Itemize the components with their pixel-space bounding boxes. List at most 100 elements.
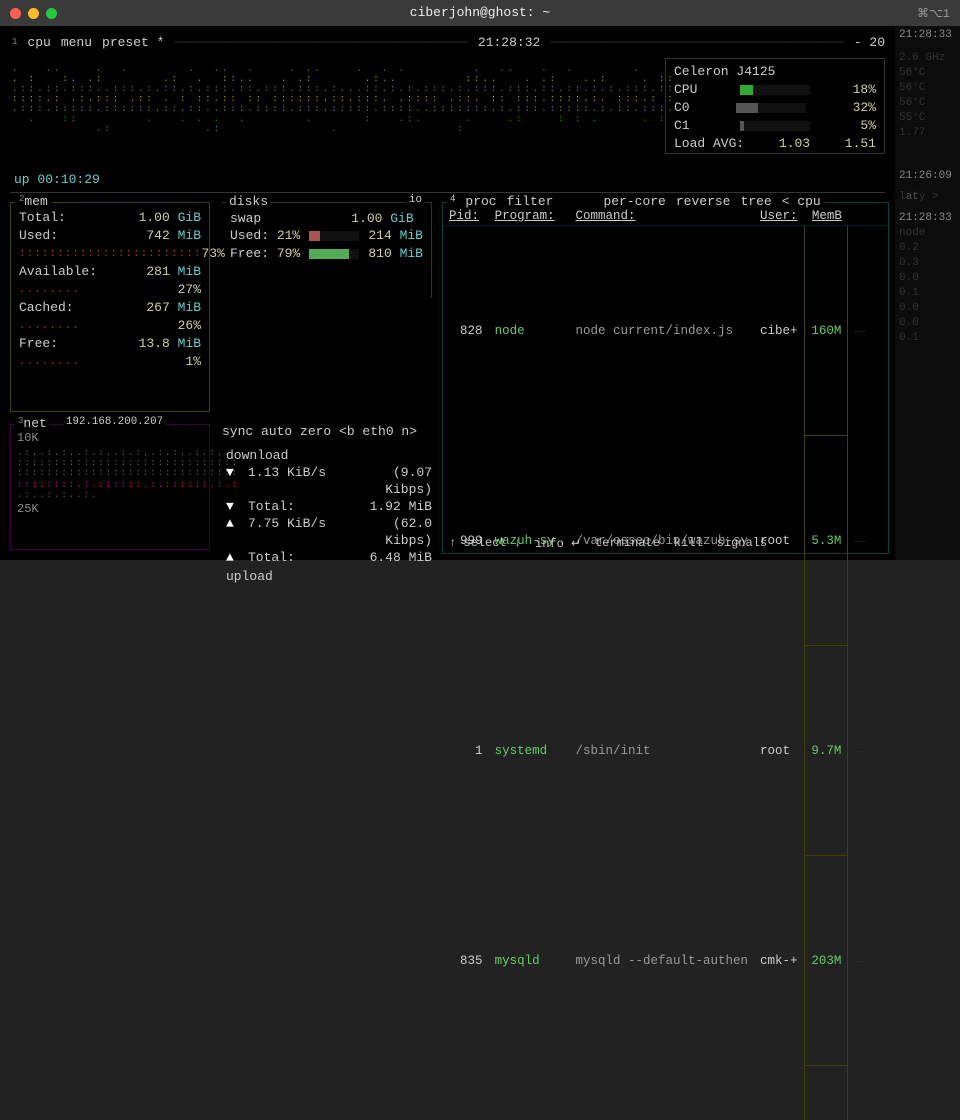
- table-row[interactable]: 1systemd/sbin/initroot9.7M……: [443, 646, 888, 856]
- swap-used-unit: MiB: [400, 228, 423, 243]
- rsb-m1: 0.2: [899, 241, 956, 256]
- minimize-icon[interactable]: [28, 8, 39, 19]
- proc-tab-cpu[interactable]: < cpu: [782, 194, 821, 209]
- net-spark-down: .:..:.:..:.:..:.:..:.:..:.:..:::::::::::…: [17, 448, 203, 478]
- net-row-1: ▼Total:1.92 MiB: [226, 498, 432, 515]
- swap-total: 1.00: [351, 211, 382, 226]
- mem-pct-4: ........1%: [19, 353, 201, 371]
- net-row-0: ▼1.13 KiB/s(9.07 Kibps): [226, 464, 432, 498]
- proc-tab-percore[interactable]: per-core: [603, 194, 665, 209]
- rsb-m4: 0.1: [899, 286, 956, 301]
- proc-table[interactable]: Pid: Program: Command: User: MemB 828nod…: [443, 207, 888, 1120]
- tab-menu[interactable]: menu: [61, 35, 92, 50]
- swap-free-bar: [309, 249, 359, 259]
- proc-panel: 4 proc filter per-core reverse tree < cp…: [442, 202, 889, 554]
- rsb-ghz: 2.6 GHz: [899, 51, 956, 66]
- rsb-temp0: 56°C: [899, 66, 956, 81]
- close-icon[interactable]: [10, 8, 21, 19]
- window-controls[interactable]: [10, 8, 57, 19]
- col-pid[interactable]: Pid:: [443, 207, 489, 226]
- swap-label: swap: [230, 211, 261, 226]
- rsb-time-3: 21:28:33: [899, 211, 956, 226]
- maximize-icon[interactable]: [46, 8, 57, 19]
- swap-used-pct: 21%: [277, 228, 300, 243]
- net-title: net: [23, 416, 46, 431]
- hint-signals[interactable]: signals: [717, 536, 767, 551]
- mem-pct-3: ........26%: [19, 317, 201, 335]
- rsb-temp1: 56°C: [899, 81, 956, 96]
- table-row[interactable]: 835mysqldmysqld --default-authencmk-+203…: [443, 856, 888, 1066]
- swap-free-pct: 79%: [277, 246, 300, 261]
- proc-index: 4: [450, 194, 455, 209]
- net-tabs[interactable]: sync auto zero <b eth0 n>: [222, 424, 432, 439]
- rsb-m0: node: [899, 226, 956, 241]
- net-row-3: ▲Total:6.48 MiB: [226, 549, 432, 566]
- col-user[interactable]: User:: [754, 207, 804, 226]
- swap-used-label: Used:: [230, 228, 269, 243]
- hint-terminate[interactable]: terminate: [595, 536, 660, 551]
- col-command[interactable]: Command:: [569, 207, 754, 226]
- hint-info[interactable]: info ↵: [535, 536, 581, 551]
- cpu-year: 20: [869, 35, 885, 50]
- rsb-m2: 0.3: [899, 256, 956, 271]
- mem-title: mem: [24, 194, 47, 209]
- table-row[interactable]: 187tailscal/usr/sbin/tailscaled --root33…: [443, 1066, 888, 1120]
- mem-panel: 2mem Total:1.00 GiBUsed:742 MiB:::::::::…: [10, 202, 210, 412]
- hint-select[interactable]: ↑ select ↓: [449, 536, 521, 551]
- rsb-time-2: 21:26:09: [899, 169, 956, 184]
- proc-header: 4 proc filter per-core reverse tree < cp…: [447, 194, 824, 209]
- window-title: ciberjohn@ghost: ~: [410, 5, 550, 20]
- proc-tab-reverse[interactable]: reverse: [676, 194, 731, 209]
- net-scale-bot: 25K: [17, 502, 203, 517]
- load-1: 1.03: [779, 135, 810, 153]
- col-program[interactable]: Program:: [489, 207, 570, 226]
- load-avg-label: Load AVG:: [674, 135, 744, 153]
- swap-free-unit: MiB: [400, 246, 423, 261]
- tab-preset[interactable]: preset *: [102, 35, 164, 50]
- rsb-temp2: 56°C: [899, 96, 956, 111]
- disks-panel: disks io swap 1.00 GiB Used: 21% 214 MiB…: [222, 202, 432, 298]
- net-row-2: ▲7.75 KiB/s(62.0 Kibps): [226, 515, 432, 549]
- load-2: 1.51: [845, 135, 876, 153]
- uptime: up 00:10:29: [14, 172, 100, 187]
- mem-row-2: Available:281 MiB: [19, 263, 201, 281]
- divider: [10, 192, 885, 193]
- cpu-sparkline: . .. . . . .. . . .. . . . . .. . . . . …: [12, 54, 675, 164]
- proc-tab-tree[interactable]: tree: [740, 194, 771, 209]
- proc-footer: ↑ select ↓ info ↵ terminate kill signals: [449, 536, 882, 551]
- rsb-load3: 1.77: [899, 126, 956, 141]
- rsb-m3: 0.0: [899, 271, 956, 286]
- net-stats: sync auto zero <b eth0 n> download ▼1.13…: [222, 424, 432, 550]
- cpu-header: 1 cpu menu preset * ────────────────────…: [12, 34, 885, 50]
- cpu-row-0: CPU18%: [674, 81, 876, 99]
- hint-kill[interactable]: kill: [674, 536, 703, 551]
- net-spark-up: ::::::::.:.::::::.:.::::::.:.:.:..:.:..:…: [17, 480, 203, 500]
- rsb-m7: 0.1: [899, 331, 956, 346]
- disks-title: disks: [226, 194, 271, 209]
- proc-tab-filter[interactable]: filter: [507, 194, 554, 209]
- tab-cpu[interactable]: cpu: [27, 35, 50, 50]
- mem-row-0: Total:1.00 GiB: [19, 209, 201, 227]
- proc-tab-proc[interactable]: proc: [465, 194, 496, 209]
- table-row[interactable]: 828nodenode current/index.jscibe+160M……: [443, 226, 888, 436]
- mem-row-1: Used:742 MiB: [19, 227, 201, 245]
- mem-row-4: Free:13.8 MiB: [19, 335, 201, 353]
- net-ip: 192.168.200.207: [63, 416, 166, 428]
- terminal-pane[interactable]: 1 cpu menu preset * ────────────────────…: [0, 26, 895, 560]
- net-scale-top: 10K: [17, 431, 203, 446]
- cpu-panel-index: 1: [12, 37, 17, 47]
- disks-io-label: io: [406, 194, 425, 206]
- swap-free-label: Free:: [230, 246, 269, 261]
- mem-pct-2: ........27%: [19, 281, 201, 299]
- net-download-label: download: [226, 447, 432, 464]
- tmux-right-pane: 21:28:33 2.6 GHz 56°C 56°C 56°C 55°C 1.7…: [895, 26, 960, 560]
- uptime-label: up: [14, 172, 30, 187]
- swap-used-val: 214: [368, 228, 391, 243]
- swap-used-bar: [309, 231, 359, 241]
- swap-unit: GiB: [390, 211, 413, 226]
- rsb-m6: 0.0: [899, 316, 956, 331]
- mem-pct-1: ::::::::::::::::::::::::73%: [19, 245, 201, 263]
- uptime-value: 00:10:29: [37, 172, 99, 187]
- col-memb[interactable]: MemB: [804, 207, 848, 226]
- rsb-time-1: 21:28:33: [899, 28, 956, 43]
